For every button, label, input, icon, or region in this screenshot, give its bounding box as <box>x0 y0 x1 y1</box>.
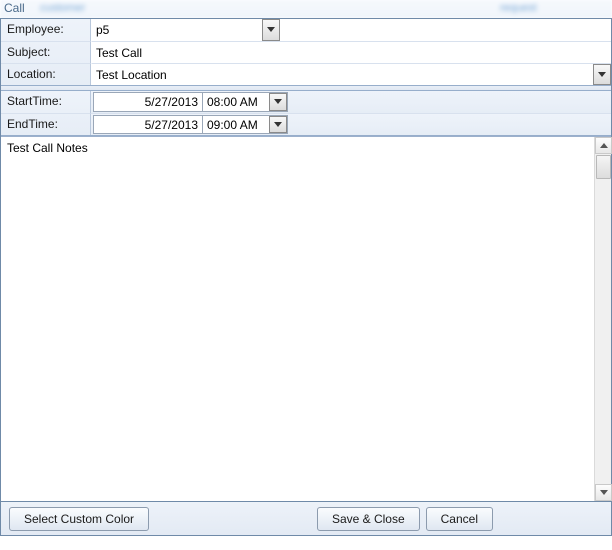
end-time-dropdown-button[interactable] <box>269 116 287 133</box>
scroll-down-button[interactable] <box>595 484 612 501</box>
employee-input[interactable] <box>92 19 262 41</box>
location-combo[interactable] <box>92 64 611 85</box>
chevron-down-icon <box>600 490 608 496</box>
end-time-combo[interactable] <box>203 115 288 134</box>
employee-label: Employee: <box>1 19 91 41</box>
starttime-label: StartTime: <box>1 91 91 113</box>
chevron-up-icon <box>600 143 608 149</box>
chevron-down-icon <box>274 122 282 128</box>
start-time-combo[interactable] <box>203 92 288 112</box>
start-time-dropdown-button[interactable] <box>269 93 287 111</box>
location-dropdown-button[interactable] <box>593 64 611 85</box>
start-time-input[interactable] <box>203 93 269 111</box>
scroll-thumb[interactable] <box>596 155 611 179</box>
header-section: Employee: Subject: Location: <box>1 19 611 86</box>
subject-input[interactable] <box>92 42 611 63</box>
endtime-label: EndTime: <box>1 113 91 135</box>
cancel-button[interactable]: Cancel <box>426 507 493 531</box>
select-custom-color-button[interactable]: Select Custom Color <box>9 507 149 531</box>
notes-textarea[interactable] <box>1 137 594 501</box>
scroll-up-button[interactable] <box>595 137 612 154</box>
employee-dropdown-button[interactable] <box>262 19 280 41</box>
notes-scrollbar[interactable] <box>594 137 611 501</box>
chevron-down-icon <box>267 27 275 33</box>
location-label: Location: <box>1 63 91 85</box>
employee-combo[interactable] <box>92 19 282 41</box>
end-date-input[interactable] <box>93 115 203 134</box>
form-area: Employee: Subject: Location: <box>0 18 612 502</box>
start-date-input[interactable] <box>93 92 203 112</box>
dialog-footer: Select Custom Color Save & Close Cancel <box>0 502 612 536</box>
save-and-close-button[interactable]: Save & Close <box>317 507 420 531</box>
end-time-input[interactable] <box>203 116 269 133</box>
chevron-down-icon <box>598 72 606 78</box>
location-input[interactable] <box>92 64 593 85</box>
chevron-down-icon <box>274 99 282 105</box>
notes-area <box>1 136 611 501</box>
call-dialog: Call Employee: Subject: <box>0 0 612 536</box>
subject-label: Subject: <box>1 41 91 63</box>
dialog-title: Call <box>0 0 612 18</box>
time-section: StartTime: EndTime: <box>1 90 611 136</box>
